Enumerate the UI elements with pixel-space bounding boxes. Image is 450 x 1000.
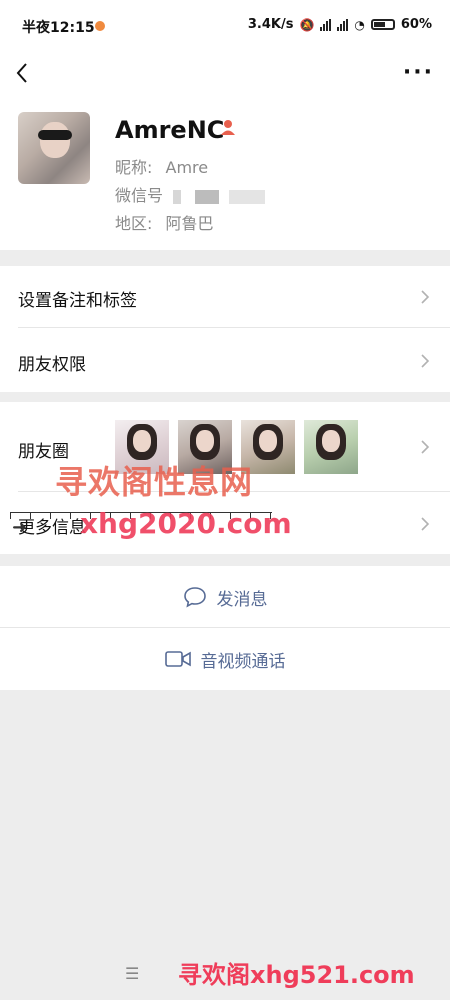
avatar[interactable] <box>18 112 90 184</box>
status-time: 半夜12:15 <box>22 20 95 36</box>
nickname-label: 昵称: <box>115 158 153 177</box>
profile-name: AmreNC <box>115 116 225 144</box>
menu-icon[interactable]: ☰ <box>125 964 139 983</box>
chevron-right-icon <box>421 517 430 531</box>
status-bar: 半夜12:15 3.4K/s 🔕 ◔ 60% <box>0 0 450 50</box>
remark-label: 设置备注和标签 <box>18 291 137 311</box>
watermark-text: 寻欢阁性息网 <box>55 463 254 501</box>
status-right: 3.4K/s 🔕 ◔ 60% <box>248 17 432 32</box>
wechat-id-line: 微信号 <box>115 182 266 206</box>
send-message-label: 发消息 <box>216 589 268 610</box>
redacted-block <box>195 189 220 204</box>
wechat-id-label: 微信号 <box>115 186 164 205</box>
top-nav: ··· <box>0 50 450 98</box>
redacted-block <box>229 189 266 204</box>
signal-icon-2 <box>337 18 349 31</box>
video-camera-icon <box>164 651 191 667</box>
more-icon[interactable]: ··· <box>403 60 434 85</box>
back-icon[interactable] <box>10 58 38 88</box>
permission-row[interactable]: 朋友权限 <box>0 328 450 392</box>
nickname-value: Amre <box>165 158 209 177</box>
region-value: 阿鲁巴 <box>165 214 214 233</box>
remark-row[interactable]: 设置备注和标签 <box>0 266 450 328</box>
chat-bubble-icon <box>183 587 206 608</box>
gender-icon <box>221 120 235 135</box>
send-message-button[interactable]: 发消息 <box>0 566 450 628</box>
network-speed: 3.4K/s <box>247 17 294 32</box>
chevron-right-icon <box>421 354 430 368</box>
permission-label: 朋友权限 <box>18 355 86 375</box>
notification-icon <box>95 21 105 31</box>
chevron-right-icon <box>421 440 430 454</box>
video-call-label: 音视频通话 <box>200 651 286 672</box>
battery-level: 60% <box>400 17 432 32</box>
watermark-text: 寻欢阁xhg521.com <box>178 961 415 989</box>
watermark-text: xhg2020.com <box>80 507 292 540</box>
moments-photo <box>304 420 358 474</box>
profile-card: AmreNC 昵称: Amre 微信号 地区: 阿鲁巴 <box>0 98 450 250</box>
arrow-right-icon: ➜ <box>12 517 28 538</box>
chevron-right-icon <box>421 290 430 304</box>
battery-icon <box>370 19 395 30</box>
wifi-icon: ◔ <box>354 17 365 32</box>
nickname-line: 昵称: Amre <box>115 154 208 178</box>
video-call-button[interactable]: 音视频通话 <box>0 628 450 690</box>
region-line: 地区: 阿鲁巴 <box>115 210 214 234</box>
mute-icon: 🔕 <box>299 17 315 32</box>
region-label: 地区: <box>115 214 153 233</box>
signal-icon <box>320 18 332 31</box>
redacted-block <box>173 189 182 204</box>
